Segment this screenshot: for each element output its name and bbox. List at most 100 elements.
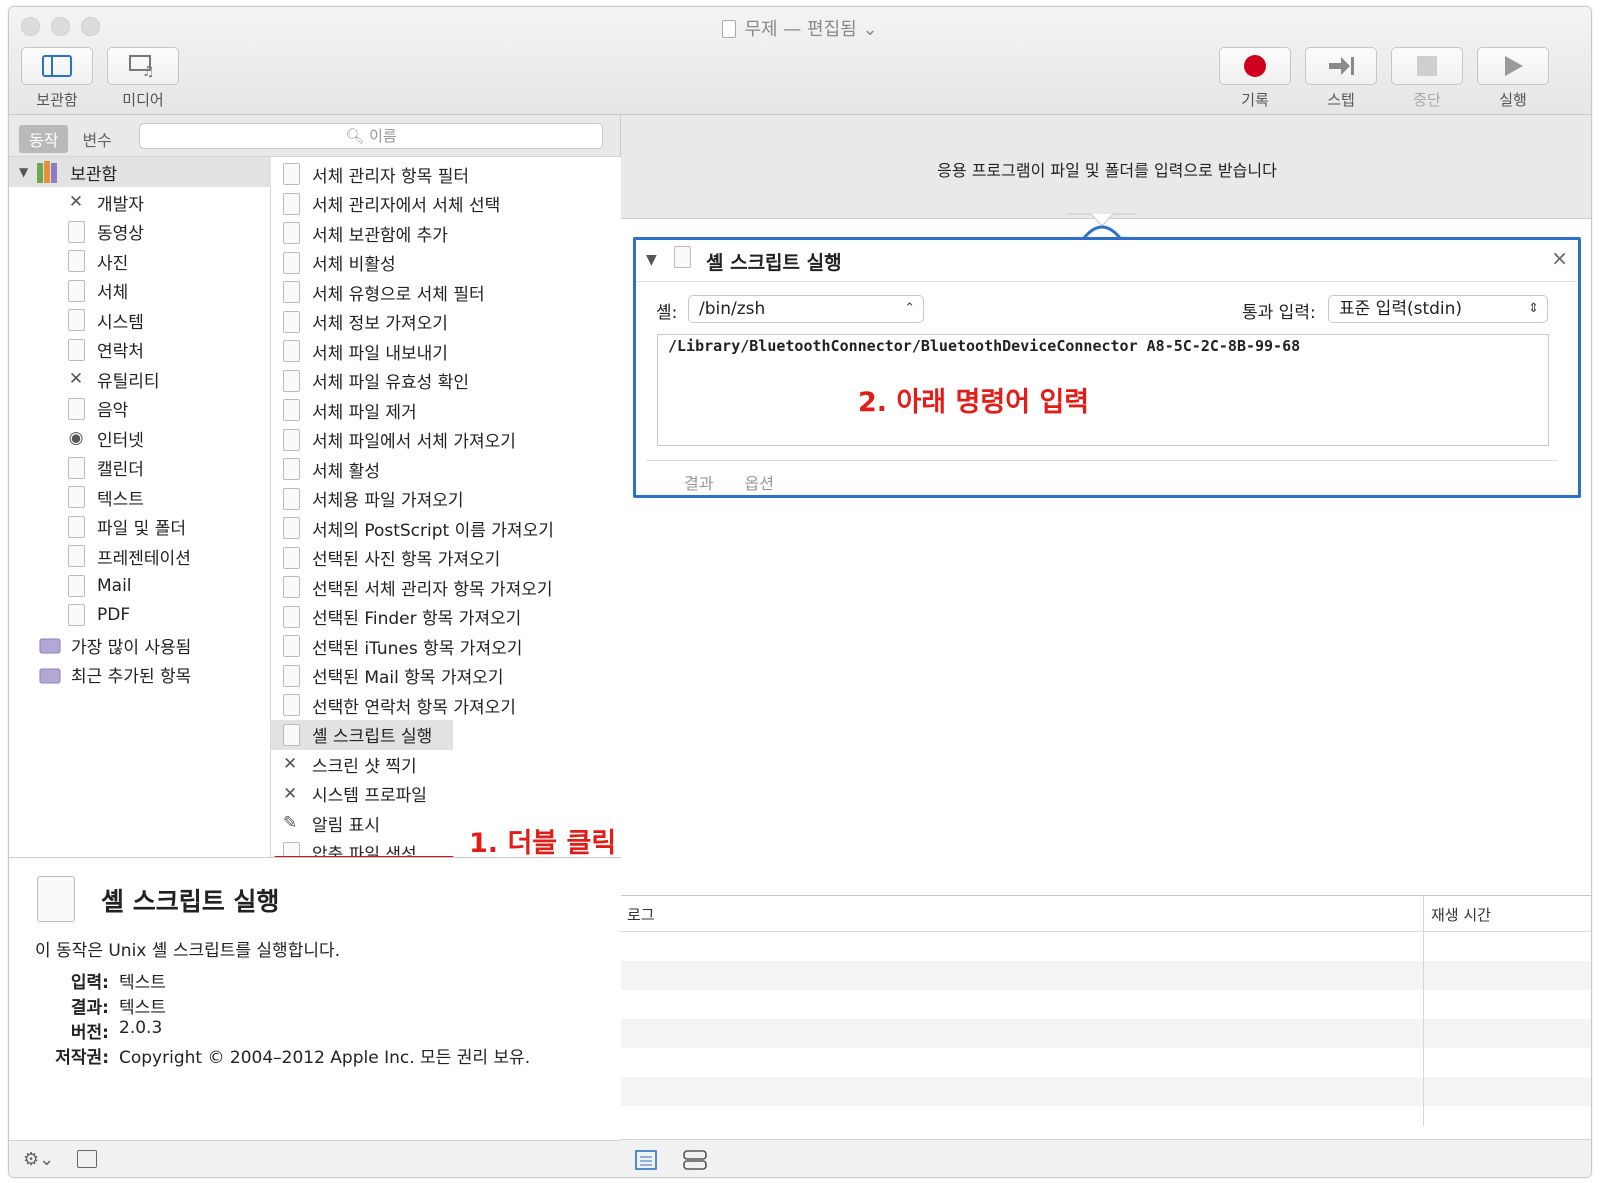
log-row[interactable] bbox=[621, 1019, 1591, 1048]
log-row[interactable] bbox=[621, 961, 1591, 990]
action-item[interactable]: 서체 파일 제거 bbox=[271, 395, 621, 425]
action-item[interactable]: 서체 정보 가져오기 bbox=[271, 307, 621, 337]
library-category-label: 개발자 bbox=[97, 194, 144, 215]
library-category[interactable]: 음악 bbox=[9, 394, 271, 424]
library-category-label: 서체 bbox=[97, 283, 129, 303]
gear-icon[interactable]: ⚙︎⌄ bbox=[23, 1149, 54, 1170]
library-category[interactable]: 프레젠테이션 bbox=[9, 541, 271, 571]
close-icon[interactable]: × bbox=[1551, 246, 1568, 270]
action-item-label: 서체 비활성 bbox=[312, 255, 396, 275]
log-row[interactable] bbox=[621, 1106, 1591, 1135]
collapse-triangle-icon[interactable]: ▼ bbox=[646, 252, 657, 268]
tab-actions[interactable]: 동작 bbox=[19, 125, 69, 153]
action-item[interactable]: 선택된 Finder 항목 가져오기 bbox=[271, 602, 621, 632]
action-item[interactable]: 선택된 사진 항목 가져오기 bbox=[271, 543, 621, 573]
description-result: 결과: 텍스트 bbox=[70, 998, 166, 1018]
duration-column-header[interactable]: 재생 시간 bbox=[1431, 904, 1491, 925]
action-item[interactable]: ✕ 스크린 샷 찍기 bbox=[271, 749, 621, 779]
list-view-icon[interactable] bbox=[635, 1150, 657, 1170]
run-label: 실행 bbox=[1499, 91, 1527, 109]
log-column-header[interactable]: 로그 bbox=[627, 904, 655, 925]
action-item[interactable]: 서체 파일 유효성 확인 bbox=[271, 366, 621, 396]
library-category[interactable]: 동영상 bbox=[9, 217, 271, 247]
action-item-label: 서체 관리자에서 서체 선택 bbox=[312, 196, 501, 216]
tools-icon: ✕ bbox=[68, 369, 84, 389]
library-category[interactable]: 캘린더 bbox=[9, 453, 271, 483]
action-item[interactable]: ✕ 시스템 프로파일 bbox=[271, 779, 621, 809]
action-item[interactable]: 선택된 Mail 항목 가져오기 bbox=[271, 661, 621, 691]
workflow-input-area: 응용 프로그램이 파일 및 폴더를 입력으로 받습니다 bbox=[621, 115, 1591, 242]
smart-group-item[interactable]: 최근 추가된 항목 bbox=[9, 660, 271, 690]
action-card-run-shell-script[interactable]: ▼ 셸 스크립트 실행 × 셸: /bin/zsh ⌃ 통과 입력: 표준 입력(… bbox=[633, 237, 1581, 498]
log-row[interactable] bbox=[621, 990, 1591, 1019]
document-icon bbox=[283, 458, 300, 480]
tab-variables[interactable]: 변수 bbox=[72, 125, 121, 153]
tab-options[interactable]: 옵션 bbox=[745, 474, 774, 493]
pass-input-select[interactable]: 표준 입력(stdin) ⇕ bbox=[1328, 295, 1548, 323]
document-icon bbox=[283, 340, 300, 362]
action-item[interactable]: 서체 파일 내보내기 bbox=[271, 336, 621, 366]
library-category[interactable]: ✕ 유틸리티 bbox=[9, 364, 271, 394]
library-category[interactable]: 연락처 bbox=[9, 335, 271, 365]
step-icon bbox=[1329, 57, 1354, 75]
action-item-label: 서체용 파일 가져오기 bbox=[312, 491, 464, 511]
shell-select[interactable]: /bin/zsh ⌃ bbox=[688, 295, 924, 323]
library-category[interactable]: 서체 bbox=[9, 276, 271, 306]
action-item[interactable]: 선택한 연락처 항목 가져오기 bbox=[271, 690, 621, 720]
log-row[interactable] bbox=[621, 932, 1591, 961]
document-icon bbox=[283, 163, 300, 185]
library-category[interactable]: 시스템 bbox=[9, 305, 271, 335]
action-item[interactable]: 선택된 iTunes 항목 가져오기 bbox=[271, 631, 621, 661]
document-icon bbox=[65, 308, 87, 332]
library-category-label: 연락처 bbox=[97, 342, 144, 362]
library-toggle-button[interactable] bbox=[21, 47, 93, 85]
script-editor[interactable]: /Library/BluetoothConnector/BluetoothDev… bbox=[657, 334, 1549, 446]
action-item[interactable]: 서체용 파일 가져오기 bbox=[271, 484, 621, 514]
window-title[interactable]: 무제 — 편집됨 ⌄ bbox=[9, 15, 1591, 41]
library-label: 보관함 bbox=[36, 91, 78, 109]
action-item[interactable]: 서체 관리자 항목 필터 bbox=[271, 159, 621, 189]
document-icon bbox=[283, 399, 300, 421]
smart-group-item[interactable]: 가장 많이 사용됨 bbox=[9, 630, 271, 660]
action-item[interactable]: 서체의 PostScript 이름 가져오기 bbox=[271, 513, 621, 543]
tab-results[interactable]: 결과 bbox=[684, 474, 713, 493]
action-item[interactable]: 서체 활성 bbox=[271, 454, 621, 484]
action-item[interactable]: 서체 유형으로 서체 필터 bbox=[271, 277, 621, 307]
pass-input-label: 통과 입력: bbox=[1242, 303, 1316, 323]
library-category[interactable]: Mail bbox=[9, 571, 271, 601]
document-icon bbox=[65, 544, 87, 568]
media-button[interactable]: ♫ bbox=[107, 47, 179, 85]
library-root[interactable]: ▼ 보관함 bbox=[9, 157, 271, 187]
action-item[interactable]: 서체 비활성 bbox=[271, 248, 621, 278]
action-item[interactable]: 셸 스크립트 실행 bbox=[271, 719, 453, 750]
action-item-label: 서체 파일 내보내기 bbox=[312, 343, 448, 364]
library-category[interactable]: 파일 및 폴더 bbox=[9, 512, 271, 542]
document-icon bbox=[283, 723, 300, 746]
library-category[interactable]: ◉ 인터넷 bbox=[9, 423, 271, 453]
action-item[interactable]: 서체 보관함에 추가 bbox=[271, 218, 621, 248]
column-divider[interactable] bbox=[1423, 896, 1424, 1126]
library-category[interactable]: PDF bbox=[9, 600, 271, 630]
disclosure-triangle-icon[interactable]: ▼ bbox=[19, 165, 28, 179]
action-item[interactable]: 선택된 서체 관리자 항목 가져오기 bbox=[271, 572, 621, 602]
annotation-double-click: 1. 더블 클릭 bbox=[469, 828, 617, 859]
record-button[interactable] bbox=[1219, 47, 1291, 85]
log-row[interactable] bbox=[621, 1077, 1591, 1106]
run-button[interactable] bbox=[1477, 47, 1549, 85]
library-category[interactable]: 텍스트 bbox=[9, 482, 271, 512]
library-category[interactable]: ✕ 개발자 bbox=[9, 187, 271, 217]
toggle-description-icon[interactable] bbox=[77, 1150, 97, 1168]
document-icon bbox=[65, 456, 87, 480]
action-item-label: 선택된 서체 관리자 항목 가져오기 bbox=[312, 579, 553, 600]
variables-view-icon[interactable] bbox=[683, 1150, 707, 1170]
stop-button[interactable] bbox=[1391, 47, 1463, 85]
action-item[interactable]: 서체 관리자에서 서체 선택 bbox=[271, 189, 621, 219]
description-title: 셸 스크립트 실행 bbox=[101, 887, 280, 916]
library-category[interactable]: 사진 bbox=[9, 246, 271, 276]
search-input[interactable]: 🔍︎ 이름 bbox=[139, 123, 603, 149]
document-icon bbox=[283, 281, 300, 303]
log-row[interactable] bbox=[621, 1048, 1591, 1077]
action-card-header: ▼ 셸 스크립트 실행 × bbox=[636, 240, 1578, 282]
step-button[interactable] bbox=[1305, 47, 1377, 85]
action-item[interactable]: 서체 파일에서 서체 가져오기 bbox=[271, 425, 621, 455]
